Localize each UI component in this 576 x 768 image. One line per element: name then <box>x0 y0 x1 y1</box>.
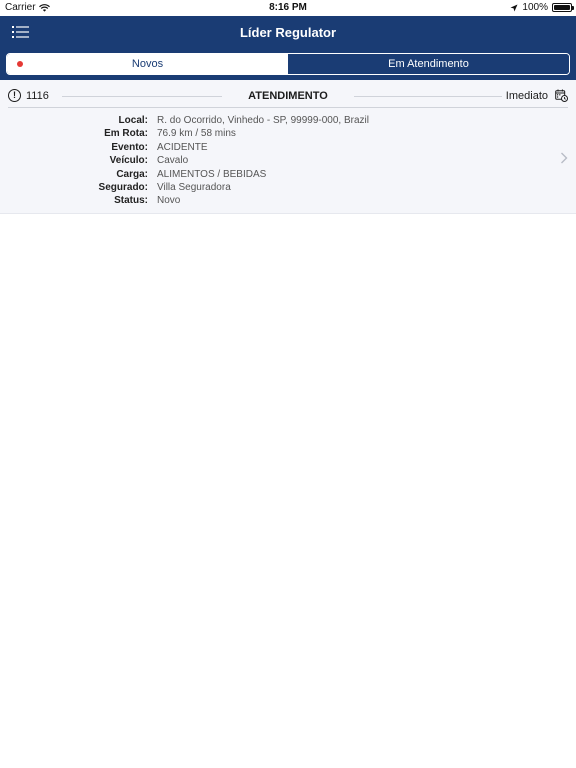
detail-label: Segurado: <box>98 181 148 193</box>
detail-value: ALIMENTOS / BEBIDAS <box>157 168 267 180</box>
status-bar-right: 100% <box>510 2 574 13</box>
calendar-clock-icon <box>555 89 568 102</box>
detail-value: R. do Ocorrido, Vinhedo - SP, 99999-000,… <box>157 115 369 126</box>
chevron-right-icon[interactable] <box>560 152 568 164</box>
tab-novos-label: Novos <box>131 58 164 70</box>
detail-value: Cavalo <box>157 155 189 167</box>
detail-label: Em Rota: <box>104 128 148 140</box>
page-title: Líder Regulator <box>239 25 337 40</box>
tab-em-atendimento[interactable]: Em Atendimento <box>288 54 569 74</box>
detail-value: Novo <box>157 195 181 207</box>
header-rule-right <box>354 96 502 97</box>
card-header: ! 1116 ATENDIMENTO Imediato <box>8 89 568 105</box>
detail-value: Villa Seguradora <box>157 181 231 193</box>
segmented-control: Novos Em Atendimento <box>6 53 570 75</box>
detail-row-status: Status: Novo <box>0 194 540 207</box>
tab-novos[interactable]: Novos <box>7 54 288 74</box>
detail-value: 76.9 km / 58 mins <box>157 128 236 140</box>
service-card[interactable]: ! 1116 ATENDIMENTO Imediato Local: R. do… <box>0 80 576 214</box>
tab-em-atendimento-label: Em Atendimento <box>388 58 469 70</box>
status-bar: Carrier 8:16 PM 100% <box>0 0 576 16</box>
detail-value: ACIDENTE <box>157 141 208 153</box>
status-time: 8:16 PM <box>269 2 307 13</box>
detail-row-segurado: Segurado: Villa Seguradora <box>0 181 540 194</box>
detail-label: Carga: <box>116 168 148 180</box>
battery-icon <box>552 3 574 12</box>
detail-row-veiculo: Veículo: Cavalo <box>0 154 540 167</box>
detail-label: Local: <box>118 115 148 126</box>
priority-label: Imediato <box>505 90 548 102</box>
detail-row-evento: Evento: ACIDENTE <box>0 141 540 154</box>
card-bottom-border <box>0 213 576 214</box>
detail-label: Veículo: <box>109 155 148 167</box>
nav-header: Líder Regulator Novos Em Atendimento <box>0 16 576 80</box>
card-details: Local: R. do Ocorrido, Vinhedo - SP, 999… <box>0 114 540 208</box>
location-arrow-icon <box>510 4 518 11</box>
battery-fill <box>554 5 570 10</box>
detail-row-em-rota: Em Rota: 76.9 km / 58 mins <box>0 127 540 140</box>
detail-label: Status: <box>114 195 148 207</box>
detail-label: Evento: <box>111 141 148 153</box>
battery-percent: 100% <box>522 2 548 13</box>
detail-row-carga: Carga: ALIMENTOS / BEBIDAS <box>0 168 540 181</box>
detail-row-local: Local: R. do Ocorrido, Vinhedo - SP, 999… <box>0 114 540 127</box>
new-items-badge <box>17 61 23 67</box>
card-divider <box>8 107 568 108</box>
